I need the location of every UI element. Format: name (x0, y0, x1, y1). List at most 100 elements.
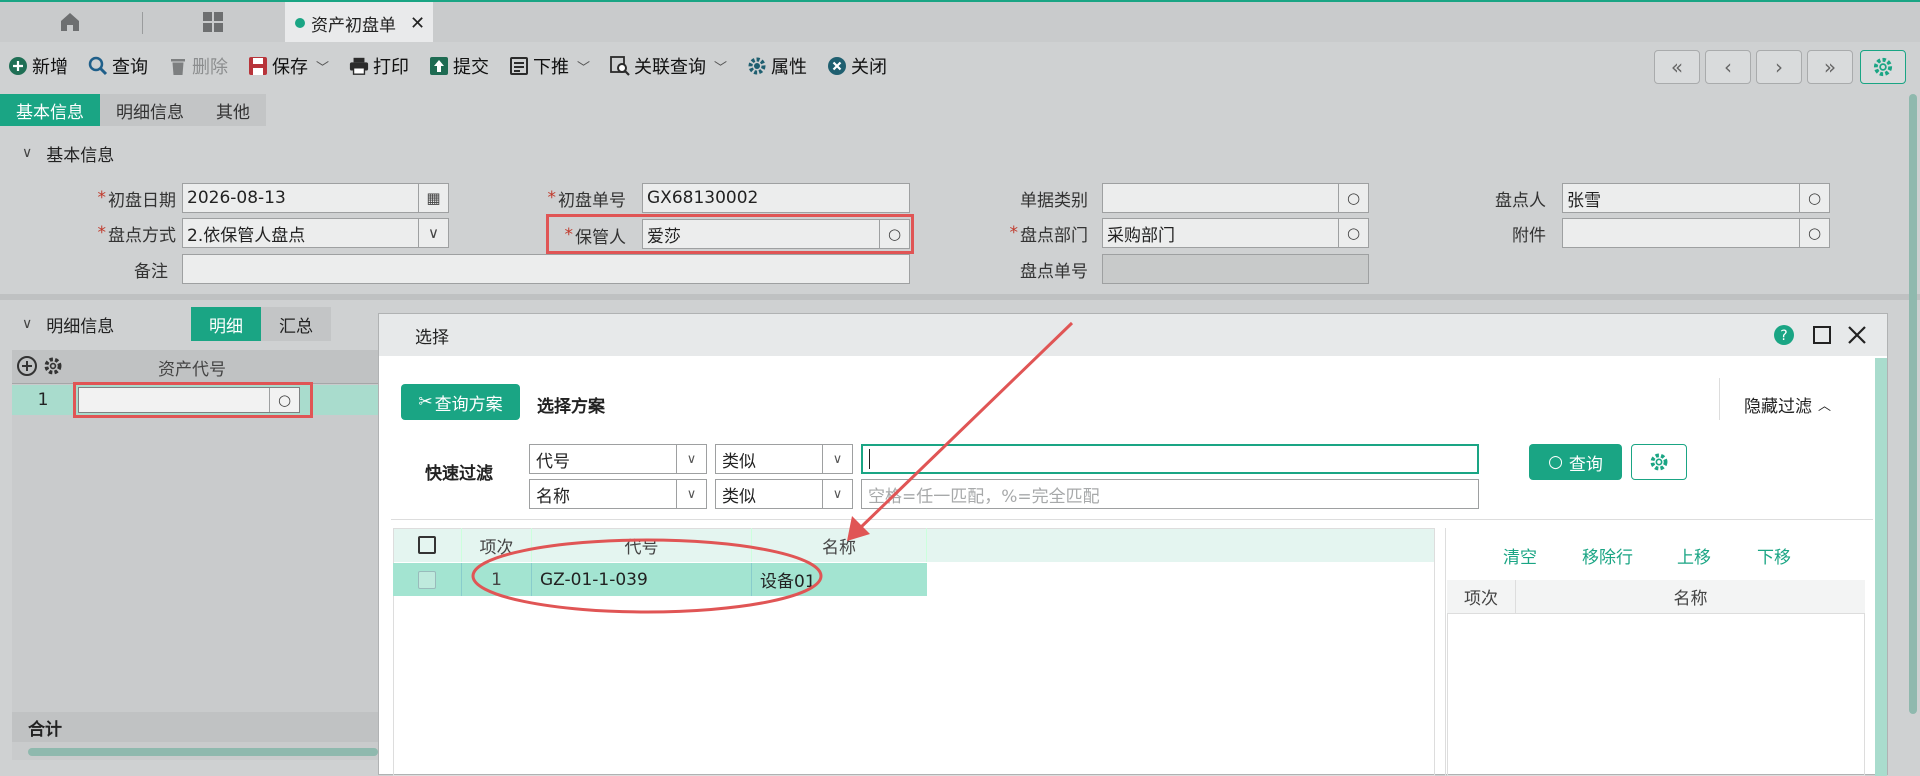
chevron-down-icon[interactable]: ﹀ (714, 57, 727, 76)
filter1-value-input[interactable] (861, 444, 1479, 474)
query-scheme-button[interactable]: ✂ 查询方案 (401, 384, 520, 420)
filter-settings-button[interactable] (1631, 444, 1687, 480)
total-label: 合计 (12, 712, 382, 742)
related-query-button[interactable]: 关联查询 ﹀ (610, 53, 727, 79)
tools-icon: ✂ (418, 392, 433, 412)
print-label: 打印 (373, 57, 410, 78)
new-label: 新增 (32, 57, 68, 78)
printer-icon (349, 56, 369, 76)
doc-type-field[interactable]: ○ (1102, 183, 1369, 213)
chevron-down-icon: ∨ (22, 145, 33, 161)
add-row-icon[interactable] (16, 355, 38, 377)
row-number: 1 (37, 390, 49, 410)
tab-summary[interactable]: 汇总 (261, 307, 331, 341)
calendar-icon[interactable]: ▦ (418, 184, 448, 212)
last-record-button[interactable]: » (1807, 50, 1853, 84)
dept-field[interactable]: 采购部门 ○ (1102, 218, 1369, 248)
remove-row-button[interactable]: 移除行 (1582, 543, 1633, 568)
maximize-icon[interactable] (1813, 326, 1831, 344)
counter-label: 盘点人 (1495, 190, 1546, 211)
filter1-field-select[interactable]: 代号 ∨ (529, 444, 707, 474)
plus-circle-icon (8, 56, 28, 76)
chevron-down-icon[interactable]: ﹀ (316, 57, 329, 76)
filter2-field-select[interactable]: 名称 ∨ (529, 479, 707, 509)
help-icon[interactable]: ? (1773, 324, 1795, 346)
chevron-down-icon: ∨ (822, 480, 852, 508)
dept-label: * 盘点部门 (1009, 223, 1089, 246)
close-button[interactable]: 关闭 (827, 53, 887, 79)
remark-field[interactable] (182, 254, 910, 284)
print-button[interactable]: 打印 (349, 53, 409, 79)
home-icon (61, 13, 79, 31)
init-date-field[interactable]: 2026-08-13 ▦ (182, 183, 449, 213)
method-select[interactable]: 2.依保管人盘点 ∨ (182, 218, 449, 248)
init-no-field[interactable]: GX68130002 (642, 183, 910, 213)
clear-button[interactable]: 清空 (1503, 543, 1537, 568)
counter-field[interactable]: 张雪 ○ (1562, 183, 1830, 213)
select-scheme-button[interactable]: 选择方案 (537, 392, 605, 417)
tab-basic-info[interactable]: 基本信息 (0, 94, 100, 126)
quick-filter-label: 快速过滤 (425, 464, 493, 484)
prev-record-button[interactable]: ‹ (1705, 50, 1751, 84)
first-record-button[interactable]: « (1654, 50, 1700, 84)
selected-col-no: 项次 (1447, 580, 1515, 614)
select-all-checkbox[interactable] (393, 528, 461, 562)
query-button[interactable]: 查询 (88, 53, 148, 79)
document-list-icon (509, 56, 529, 76)
attach-field[interactable]: ○ (1562, 218, 1830, 248)
close-icon[interactable] (1847, 325, 1867, 345)
related-query-label: 关联查询 (634, 57, 707, 78)
move-up-button[interactable]: 上移 (1677, 543, 1711, 568)
save-button[interactable]: 保存 ﹀ (248, 53, 329, 79)
chevron-down-icon: ∨ (676, 445, 706, 473)
close-label: 关闭 (851, 57, 888, 78)
next-record-button[interactable]: › (1756, 50, 1802, 84)
page-scrollbar[interactable] (1909, 94, 1917, 714)
tab-asset-initial-count[interactable]: 资产初盘单 ✕ (285, 2, 433, 44)
properties-button[interactable]: 属性 (747, 53, 807, 79)
select-dialog: 选择 ? ✂ 查询方案 选择方案 隐藏过滤 ︿ 快速过滤 代号 ∨ 类似 ∨ 名称 ∨ 类… (378, 313, 1888, 776)
save-label: 保存 (272, 57, 308, 78)
grid-scrollbar[interactable] (28, 748, 378, 756)
hide-filter-toggle[interactable]: 隐藏过滤 ︿ (1744, 392, 1831, 417)
chevron-down-icon[interactable]: ﹀ (577, 57, 590, 76)
settings-button[interactable] (1860, 50, 1906, 84)
search-icon[interactable]: ○ (1799, 219, 1829, 247)
dialog-header: 选择 ? (379, 314, 1887, 356)
tab-other[interactable]: 其他 (200, 94, 266, 126)
basic-info-title: 基本信息 (46, 145, 115, 166)
tab-detail-info[interactable]: 明细信息 (100, 94, 200, 126)
close-tab-icon[interactable]: ✕ (410, 13, 425, 34)
delete-label: 删除 (192, 57, 228, 78)
filter2-op-select[interactable]: 类似 ∨ (715, 479, 853, 509)
double-right-icon: » (1823, 55, 1837, 79)
query-button[interactable]: ○ 查询 (1529, 444, 1622, 480)
submit-button[interactable]: 提交 (429, 53, 489, 79)
close-circle-icon (827, 56, 847, 76)
delete-button[interactable]: 删除 (168, 53, 228, 79)
left-icon: ‹ (1724, 55, 1732, 79)
basic-info-header[interactable]: ∨ 基本信息 (0, 134, 1920, 172)
related-search-icon (610, 56, 630, 76)
dialog-scrollbar[interactable] (1875, 358, 1887, 776)
search-icon[interactable]: ○ (1338, 219, 1368, 247)
home-tab[interactable] (0, 2, 140, 42)
chevron-down-icon: ∨ (676, 480, 706, 508)
search-icon[interactable]: ○ (1799, 184, 1829, 212)
move-down-button[interactable]: 下移 (1757, 543, 1791, 568)
doc-type-label: 单据类别 (1020, 190, 1088, 211)
chevron-down-icon[interactable]: ∨ (418, 219, 448, 247)
tab-label: 资产初盘单 (311, 15, 396, 36)
tab-detail[interactable]: 明细 (191, 307, 261, 341)
detail-grid: 资产代号 1 ○ 合计 (12, 350, 382, 760)
svg-text:?: ? (1780, 328, 1787, 344)
row-checkbox[interactable] (393, 563, 461, 596)
filter2-value-input[interactable]: 空格=任一匹配，%=完全匹配 (861, 479, 1479, 509)
search-icon[interactable]: ○ (1338, 184, 1368, 212)
gear-icon[interactable] (42, 355, 64, 377)
new-button[interactable]: 新增 (8, 53, 68, 79)
push-down-button[interactable]: 下推 ﹀ (509, 53, 590, 79)
submit-label: 提交 (453, 57, 490, 78)
filter1-op-select[interactable]: 类似 ∨ (715, 444, 853, 474)
apps-tab[interactable] (143, 2, 283, 42)
